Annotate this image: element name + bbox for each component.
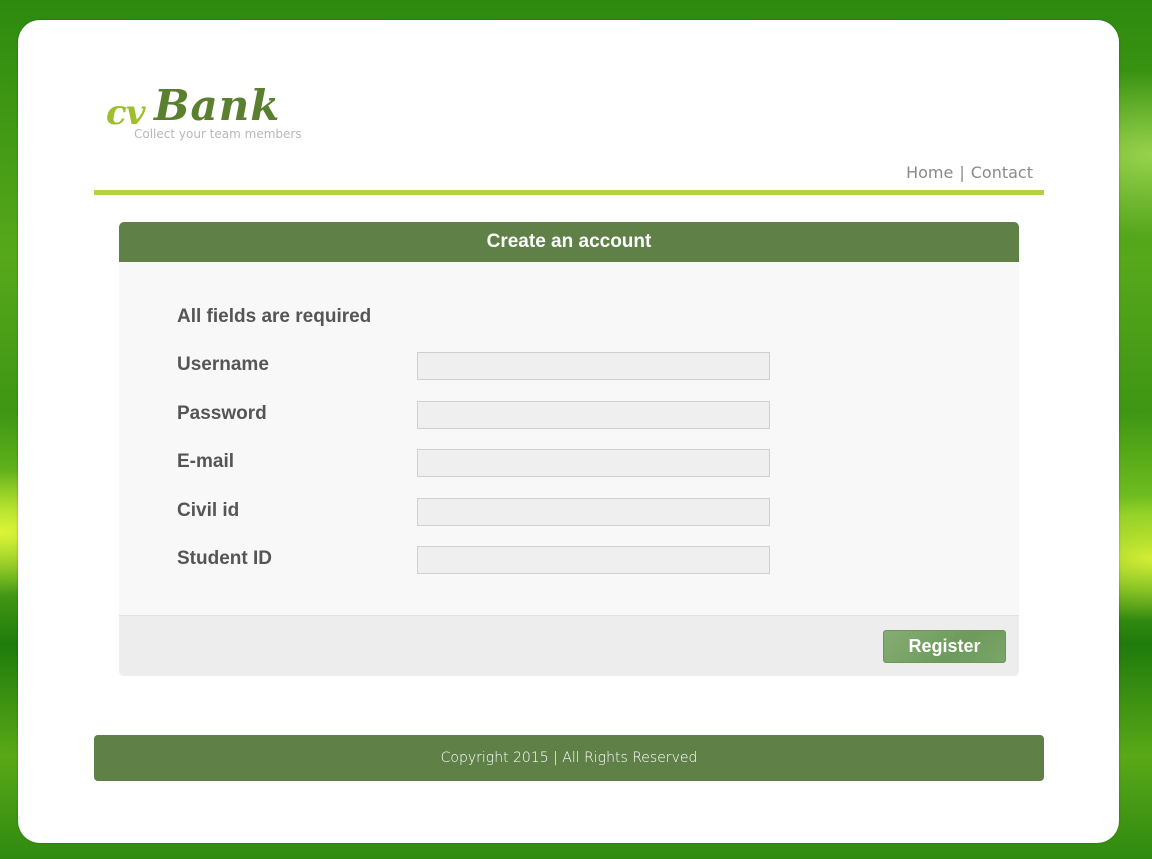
email-input[interactable] [417, 449, 770, 477]
password-row: Password [177, 401, 777, 429]
logo-cv-text: cv [106, 93, 145, 133]
cvbank-logo[interactable]: cv Bank Collect your team members [106, 82, 326, 146]
register-button[interactable]: Register [883, 630, 1006, 663]
logo-bank-text: Bank [154, 81, 281, 130]
nav-contact-link[interactable]: Contact [971, 163, 1033, 182]
civil-id-row: Civil id [177, 498, 777, 526]
email-label: E-mail [177, 451, 235, 472]
student-id-row: Student ID [177, 546, 777, 574]
required-fields-note: All fields are required [177, 306, 372, 327]
username-row: Username [177, 352, 777, 380]
username-label: Username [177, 354, 269, 375]
civil-id-label: Civil id [177, 500, 240, 521]
student-id-input[interactable] [417, 546, 770, 574]
username-input[interactable] [417, 352, 770, 380]
nav-separator: | [959, 163, 965, 182]
top-nav: Home | Contact [906, 163, 1033, 182]
panel-footer: Register [119, 615, 1019, 676]
panel-title: Create an account [119, 222, 1019, 262]
password-input[interactable] [417, 401, 770, 429]
page-card: cv Bank Collect your team members Home | C… [18, 20, 1119, 843]
copyright-footer: Copyright 2015 | All Rights Reserved [94, 735, 1044, 781]
password-label: Password [177, 403, 267, 424]
create-account-panel: Create an account All fields are require… [119, 222, 1019, 676]
student-id-label: Student ID [177, 548, 272, 569]
nav-home-link[interactable]: Home [906, 163, 953, 182]
logo-tagline: Collect your team members [134, 127, 302, 141]
header-divider [94, 190, 1044, 195]
civil-id-input[interactable] [417, 498, 770, 526]
email-row: E-mail [177, 449, 777, 477]
